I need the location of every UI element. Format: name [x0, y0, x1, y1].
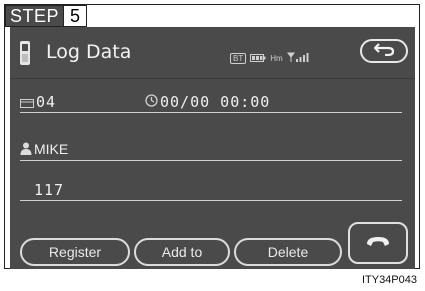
- log-datetime: 00/00 00:00: [160, 93, 271, 111]
- contact-name-row: MIKE: [20, 137, 402, 161]
- phone-handset-icon: [365, 233, 391, 254]
- cellphone-icon: [18, 40, 32, 71]
- register-button[interactable]: Register: [20, 238, 130, 266]
- phone-log-screen: Log Data BT Hm 04 00/00 00:00 MIKE 117 R…: [10, 27, 415, 269]
- delete-button[interactable]: Delete: [234, 238, 342, 266]
- row-underline: [20, 200, 402, 201]
- call-log-icon: [20, 95, 34, 113]
- battery-icon: [250, 49, 266, 67]
- status-bar: BT Hm: [230, 49, 311, 67]
- step-number: 5: [63, 6, 87, 26]
- page-title: Log Data: [46, 41, 132, 63]
- hang-up-button[interactable]: [348, 222, 408, 264]
- log-index: 04: [36, 93, 57, 111]
- add-to-button[interactable]: Add to: [134, 238, 230, 266]
- back-button[interactable]: [360, 39, 408, 63]
- person-icon: [20, 142, 32, 160]
- row-underline: [20, 160, 402, 161]
- clock-icon: [145, 94, 158, 112]
- row-underline: [20, 112, 402, 113]
- log-entry-row: 04 00/00 00:00: [20, 89, 402, 113]
- return-arrow-icon: [373, 42, 395, 61]
- phone-number: 117: [34, 181, 65, 199]
- phone-number-row: 117: [20, 177, 402, 201]
- header-divider: [10, 78, 415, 79]
- step-badge: STEP 5: [5, 5, 88, 27]
- step-label: STEP: [6, 6, 64, 26]
- contact-name: MIKE: [34, 141, 69, 157]
- signal-strength-icon: [286, 49, 311, 67]
- bluetooth-badge: BT: [230, 52, 247, 64]
- roaming-indicator: Hm: [270, 53, 283, 63]
- figure-id-caption: ITY34P043: [361, 274, 417, 286]
